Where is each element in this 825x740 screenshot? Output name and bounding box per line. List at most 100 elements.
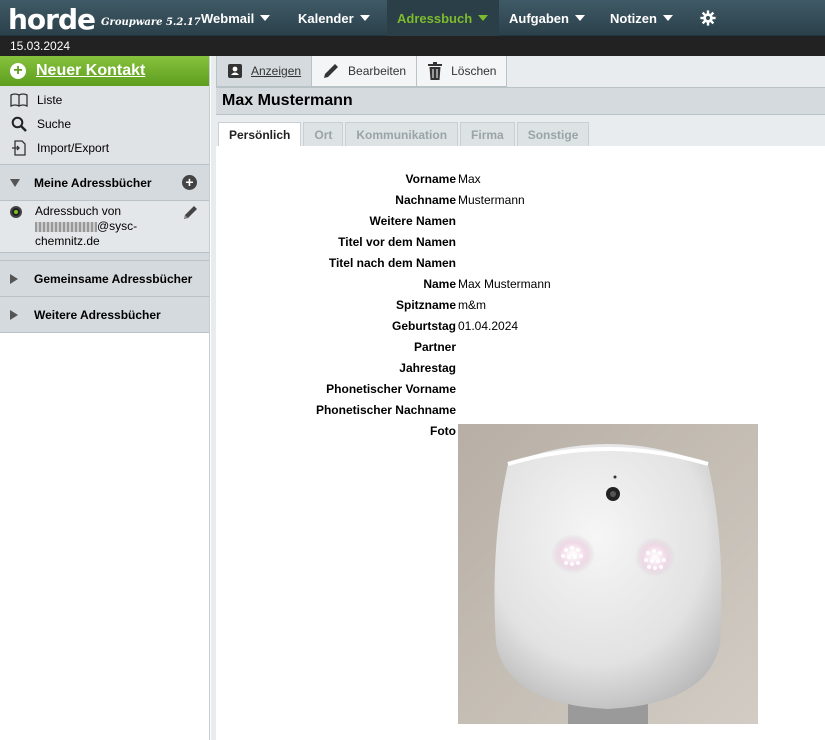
- tab-persoenlich[interactable]: Persönlich: [218, 122, 302, 146]
- top-navigation: horde Groupware 5.2.17 Webmail Kalender …: [0, 0, 825, 36]
- field-value: m&m: [458, 298, 486, 312]
- tab-ort[interactable]: Ort: [303, 122, 344, 146]
- settings-gear-button[interactable]: [690, 0, 726, 36]
- view-button[interactable]: Anzeigen: [216, 56, 313, 87]
- triangle-right-icon: [10, 273, 18, 284]
- delete-label: Löschen: [451, 64, 497, 78]
- caret-down-icon: [478, 15, 489, 21]
- caret-down-icon: [574, 15, 585, 21]
- triangle-right-icon: [10, 309, 18, 320]
- field-value: Max: [458, 172, 481, 186]
- field-label: Jahrestag: [399, 361, 456, 375]
- nav-kalender[interactable]: Kalender: [288, 0, 380, 36]
- pencil-icon[interactable]: [181, 204, 199, 226]
- section-weitere-adressbuecher[interactable]: Weitere Adressbücher: [0, 297, 209, 333]
- field-row: Phonetischer Vorname: [216, 379, 825, 400]
- triangle-down-icon: [10, 178, 20, 187]
- nav-kalender-label: Kalender: [298, 10, 354, 26]
- field-label: Foto: [430, 424, 456, 438]
- sidebar: + Neuer Kontakt Liste Suche Import/Expor…: [0, 56, 210, 740]
- pencil-icon: [322, 62, 340, 80]
- new-contact-label: Neuer Kontakt: [36, 62, 146, 79]
- field-label: Titel nach dem Namen: [328, 256, 456, 270]
- field-label: Vorname: [405, 172, 456, 186]
- view-label: Anzeigen: [251, 64, 302, 78]
- field-row: Partner: [216, 337, 825, 358]
- horde-logo[interactable]: horde Groupware 5.2.17: [8, 0, 201, 36]
- field-row: Jahrestag: [216, 358, 825, 379]
- field-label: Weitere Namen: [369, 214, 456, 228]
- field-label: Phonetischer Nachname: [315, 403, 456, 417]
- field-value: Mustermann: [458, 193, 525, 207]
- field-row: Spitzname m&m: [216, 295, 825, 316]
- field-value: Max Mustermann: [458, 277, 551, 291]
- main-content: Anzeigen Bearbeiten Löschen Max Musterma…: [211, 56, 825, 740]
- field-row: Weitere Namen: [216, 211, 825, 232]
- field-row: Phonetischer Nachname: [216, 400, 825, 421]
- nav-notizen[interactable]: Notizen: [600, 0, 683, 36]
- radio-selected-icon[interactable]: [10, 206, 22, 218]
- field-row: Nachname Mustermann: [216, 190, 825, 211]
- search-icon: [10, 116, 28, 132]
- contact-photo: [458, 424, 758, 724]
- caret-down-icon: [260, 15, 271, 21]
- nav-adressbuch-label: Adressbuch: [397, 10, 473, 26]
- delete-button[interactable]: Löschen: [416, 56, 508, 87]
- edit-label: Bearbeiten: [348, 64, 407, 78]
- sidebar-actions: Liste Suche Import/Export: [0, 86, 209, 165]
- addressbook-item[interactable]: Adressbuch von @sysc- chemnitz.de: [0, 201, 209, 253]
- addressbook-email-suffix: @sysc-: [97, 219, 138, 233]
- section-label: Meine Adressbücher: [34, 175, 152, 190]
- nav-adressbuch[interactable]: Adressbuch: [387, 0, 499, 36]
- field-label: Nachname: [395, 193, 456, 207]
- current-date: 15.03.2024: [10, 39, 71, 53]
- section-gemeinsame-adressbuecher[interactable]: Gemeinsame Adressbücher: [0, 261, 209, 297]
- field-label: Spitzname: [395, 298, 456, 312]
- sidebar-item-suche[interactable]: Suche: [0, 112, 209, 136]
- field-row: Name Max Mustermann: [216, 274, 825, 295]
- field-label: Name: [423, 277, 456, 291]
- add-addressbook-icon[interactable]: +: [182, 175, 197, 190]
- contact-tabs: Persönlich Ort Kommunikation Firma Sonst…: [216, 115, 825, 147]
- new-contact-button[interactable]: + Neuer Kontakt: [0, 56, 209, 86]
- nav-webmail[interactable]: Webmail: [191, 0, 280, 36]
- caret-down-icon: [662, 15, 673, 21]
- contact-detail-panel: Vorname Max Nachname Mustermann Weitere Na…: [216, 146, 825, 740]
- field-row: Titel vor dem Namen: [216, 232, 825, 253]
- tab-sonstige[interactable]: Sonstige: [516, 122, 590, 146]
- contact-title: Max Mustermann: [216, 87, 825, 115]
- gear-icon: [700, 10, 716, 26]
- nav-aufgaben[interactable]: Aufgaben: [499, 0, 595, 36]
- section-label: Weitere Adressbücher: [34, 307, 161, 322]
- plus-circle-icon: +: [10, 63, 26, 79]
- version-label: Groupware 5.2.17: [101, 17, 201, 28]
- contact-card-icon: [227, 63, 243, 79]
- import-export-icon: [10, 140, 28, 156]
- field-row: Vorname Max: [216, 169, 825, 190]
- contact-toolbar: Anzeigen Bearbeiten Löschen: [216, 56, 508, 87]
- edit-button[interactable]: Bearbeiten: [311, 56, 418, 87]
- date-bar: 15.03.2024: [0, 36, 825, 56]
- sidebar-item-label: Liste: [37, 93, 63, 107]
- field-label: Geburtstag: [391, 319, 456, 333]
- caret-down-icon: [359, 15, 370, 21]
- sidebar-item-label: Suche: [37, 117, 72, 131]
- section-label: Gemeinsame Adressbücher: [34, 271, 193, 286]
- tab-kommunikation[interactable]: Kommunikation: [345, 122, 459, 146]
- section-meine-adressbuecher[interactable]: Meine Adressbücher +: [0, 165, 209, 201]
- field-row: Geburtstag 01.04.2024: [216, 316, 825, 337]
- sidebar-item-liste[interactable]: Liste: [0, 88, 209, 112]
- tab-firma[interactable]: Firma: [460, 122, 515, 146]
- field-value: 01.04.2024: [458, 319, 519, 333]
- sidebar-item-import-export[interactable]: Import/Export: [0, 136, 209, 160]
- trash-icon: [427, 62, 443, 80]
- nav-aufgaben-label: Aufgaben: [509, 10, 569, 26]
- logo-wordmark: horde: [8, 3, 96, 36]
- field-label: Phonetischer Vorname: [326, 382, 456, 396]
- field-label: Titel vor dem Namen: [338, 235, 456, 249]
- field-label: Partner: [413, 340, 456, 354]
- field-row: Titel nach dem Namen: [216, 253, 825, 274]
- divider: [0, 253, 209, 261]
- nav-notizen-label: Notizen: [610, 10, 657, 26]
- addressbook-line3: chemnitz.de: [35, 234, 100, 248]
